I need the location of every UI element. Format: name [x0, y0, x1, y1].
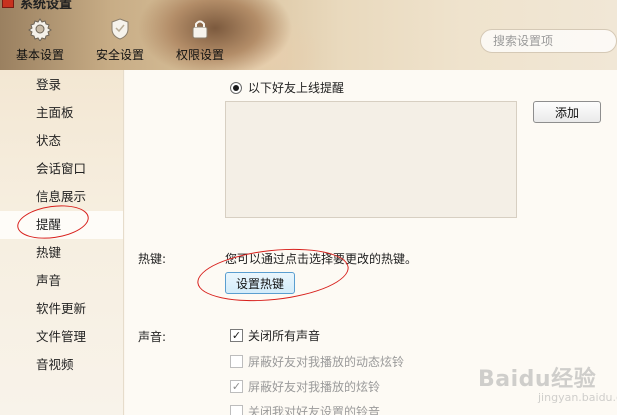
tab-permission-settings[interactable]: 权限设置: [160, 16, 240, 66]
sidebar: 登录 主面板 状态 会话窗口 信息展示 提醒 热键 声音 软件更新 文件管理 音…: [0, 70, 124, 415]
sidebar-item-status[interactable]: 状态: [0, 127, 123, 155]
friend-list-box[interactable]: [225, 101, 517, 218]
sound-option-block-dynamic-ringtone[interactable]: 屏蔽好友对我播放的动态炫铃: [230, 353, 404, 370]
gear-icon: [27, 16, 53, 42]
sound-section-label: 声音:: [138, 330, 167, 344]
checkbox-label: 屏蔽好友对我播放的动态炫铃: [248, 355, 405, 369]
top-tabs: 基本设置 安全设置 权限设置: [0, 16, 240, 66]
sidebar-item-chat-window[interactable]: 会话窗口: [0, 155, 123, 183]
sidebar-item-sound[interactable]: 声音: [0, 267, 123, 295]
radio-button[interactable]: [230, 81, 242, 94]
sidebar-list: 登录 主面板 状态 会话窗口 信息展示 提醒 热键 声音 软件更新 文件管理 音…: [0, 70, 123, 379]
add-button[interactable]: 添加: [533, 101, 601, 123]
title-bar: 系统设置: [0, 0, 73, 12]
watermark-url: jingyan.baidu.com: [538, 391, 617, 404]
sidebar-item-main-panel[interactable]: 主面板: [0, 99, 123, 127]
sound-option-disable-my-ringtone[interactable]: 关闭我对好友设置的铃音: [230, 403, 380, 415]
sidebar-item-info-display[interactable]: 信息展示: [0, 183, 123, 211]
set-hotkey-button[interactable]: 设置热键: [225, 272, 295, 294]
hotkey-description: 您可以通过点击选择要更改的热键。: [225, 252, 418, 266]
sidebar-item-software-update[interactable]: 软件更新: [0, 295, 123, 323]
checkbox[interactable]: ✓: [230, 380, 243, 393]
tab-basic-settings[interactable]: 基本设置: [0, 16, 80, 66]
search-input[interactable]: [480, 29, 617, 53]
watermark: Baidu经验 jingyan.baidu.com: [478, 347, 617, 415]
tab-label: 权限设置: [175, 48, 224, 62]
checkbox[interactable]: ✓: [230, 329, 243, 342]
watermark-logo: Baidu经验: [478, 367, 597, 392]
sidebar-item-reminder[interactable]: 提醒: [0, 211, 123, 239]
hotkey-section-label: 热键:: [138, 252, 167, 266]
window-title: 系统设置: [20, 0, 73, 12]
checkbox[interactable]: [230, 355, 243, 368]
tab-label: 安全设置: [95, 48, 144, 62]
lock-icon: [187, 16, 213, 42]
tab-label: 基本设置: [15, 48, 64, 62]
sidebar-item-audio-video[interactable]: 音视频: [0, 351, 123, 379]
sound-option-block-ringtone[interactable]: ✓ 屏蔽好友对我播放的炫铃: [230, 378, 380, 395]
sidebar-item-hotkeys[interactable]: 热键: [0, 239, 123, 267]
checkbox-label: 屏蔽好友对我播放的炫铃: [248, 380, 381, 394]
checkbox-label: 关闭所有声音: [248, 329, 321, 343]
header-banner: 系统设置 基本设置 安全设置 权限设置: [0, 0, 617, 70]
option-label: 以下好友上线提醒: [248, 81, 345, 95]
sidebar-item-file-management[interactable]: 文件管理: [0, 323, 123, 351]
tab-security-settings[interactable]: 安全设置: [80, 16, 160, 66]
checkbox[interactable]: [230, 405, 243, 415]
app-icon: [2, 0, 14, 8]
sound-option-mute-all[interactable]: ✓ 关闭所有声音: [230, 327, 320, 344]
shield-icon: [107, 16, 133, 42]
sidebar-item-login[interactable]: 登录: [0, 71, 123, 99]
checkbox-label: 关闭我对好友设置的铃音: [248, 405, 381, 415]
online-reminder-option[interactable]: 以下好友上线提醒: [230, 79, 344, 96]
